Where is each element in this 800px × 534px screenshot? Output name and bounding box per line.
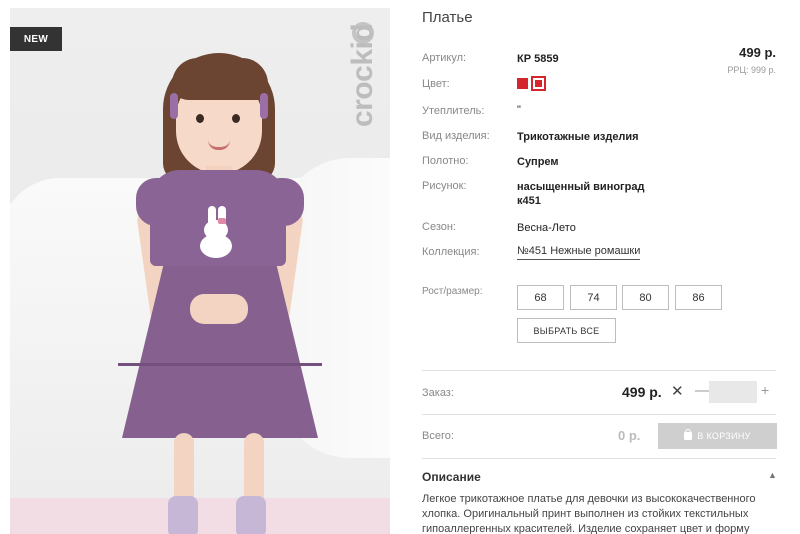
total-label: Всего: [422,430,454,442]
model-sock-right [236,496,266,534]
product-info-panel: Платье 499 р. РРЦ: 999 р. Артикул: КР 58… [422,0,778,534]
hair-clip-right [260,93,268,119]
quantity-decrease-button[interactable]: — [695,382,710,399]
size-button-80[interactable]: 80 [622,285,669,310]
season-value: Весна-Лето [517,222,576,234]
model-eye-left [196,114,204,123]
product-title: Платье [422,9,473,26]
product-type-label: Вид изделия: [422,130,490,142]
order-price: 499 р. [622,384,662,400]
child-model [110,48,322,534]
size-button-74[interactable]: 74 [570,285,617,310]
quantity-input[interactable] [709,381,757,403]
color-swatch-selected-fill [535,80,542,87]
color-label: Цвет: [422,78,450,90]
collection-link[interactable]: №451 Нежные ромашки [517,245,641,260]
product-price: 499 р. [739,45,776,60]
article-label: Артикул: [422,52,467,64]
color-swatch-selected[interactable] [531,76,546,91]
divider-order [422,370,776,371]
collapse-arrow-icon[interactable]: ▲ [768,470,777,480]
model-sock-left [168,496,198,534]
brand-logo-text: crockid [346,24,379,128]
print-label: Рисунок: [422,180,467,192]
select-all-sizes-button[interactable]: ВЫБРАТЬ ВСЕ [517,318,616,343]
size-label: Рост/размер: [422,286,483,297]
order-label: Заказ: [422,387,454,399]
multiply-icon: ✕ [671,383,684,400]
fabric-label: Полотно: [422,155,469,167]
total-value: 0 р. [618,428,641,443]
dress-skirt-seam [118,363,322,366]
insulation-label: Утеплитель: [422,105,485,117]
new-badge: NEW [10,27,62,51]
size-button-86[interactable]: 86 [675,285,722,310]
color-swatch-red[interactable] [517,78,528,89]
divider-total [422,414,776,415]
description-text: Легкое трикотажное платье для девочки из… [422,493,756,534]
add-to-cart-label: В КОРЗИНУ [697,431,751,441]
product-rrp: РРЦ: 999 р. [727,65,776,75]
bag-icon [684,429,693,440]
product-type-value: Трикотажные изделия [517,131,639,143]
quantity-increase-button[interactable]: + [761,382,769,398]
divider-description [422,458,776,459]
fabric-value: Супрем [517,156,559,168]
description-title[interactable]: Описание [422,470,481,484]
print-value: насыщенный виноград к451 [517,181,645,207]
hair-clip-left [170,93,178,119]
product-photo[interactable]: NEW crockid [10,8,390,534]
size-button-68[interactable]: 68 [517,285,564,310]
bunny-body [200,234,232,258]
season-label: Сезон: [422,221,456,233]
model-hands [190,294,248,324]
model-bangs [172,58,268,100]
article-value: КР 5859 [517,53,559,65]
model-eye-right [232,114,240,123]
bunny-bow [218,218,226,224]
collection-label: Коллекция: [422,246,480,258]
add-to-cart-button[interactable]: В КОРЗИНУ [658,423,777,449]
bunny-print-icon [198,206,234,258]
insulation-value: " [517,104,521,116]
